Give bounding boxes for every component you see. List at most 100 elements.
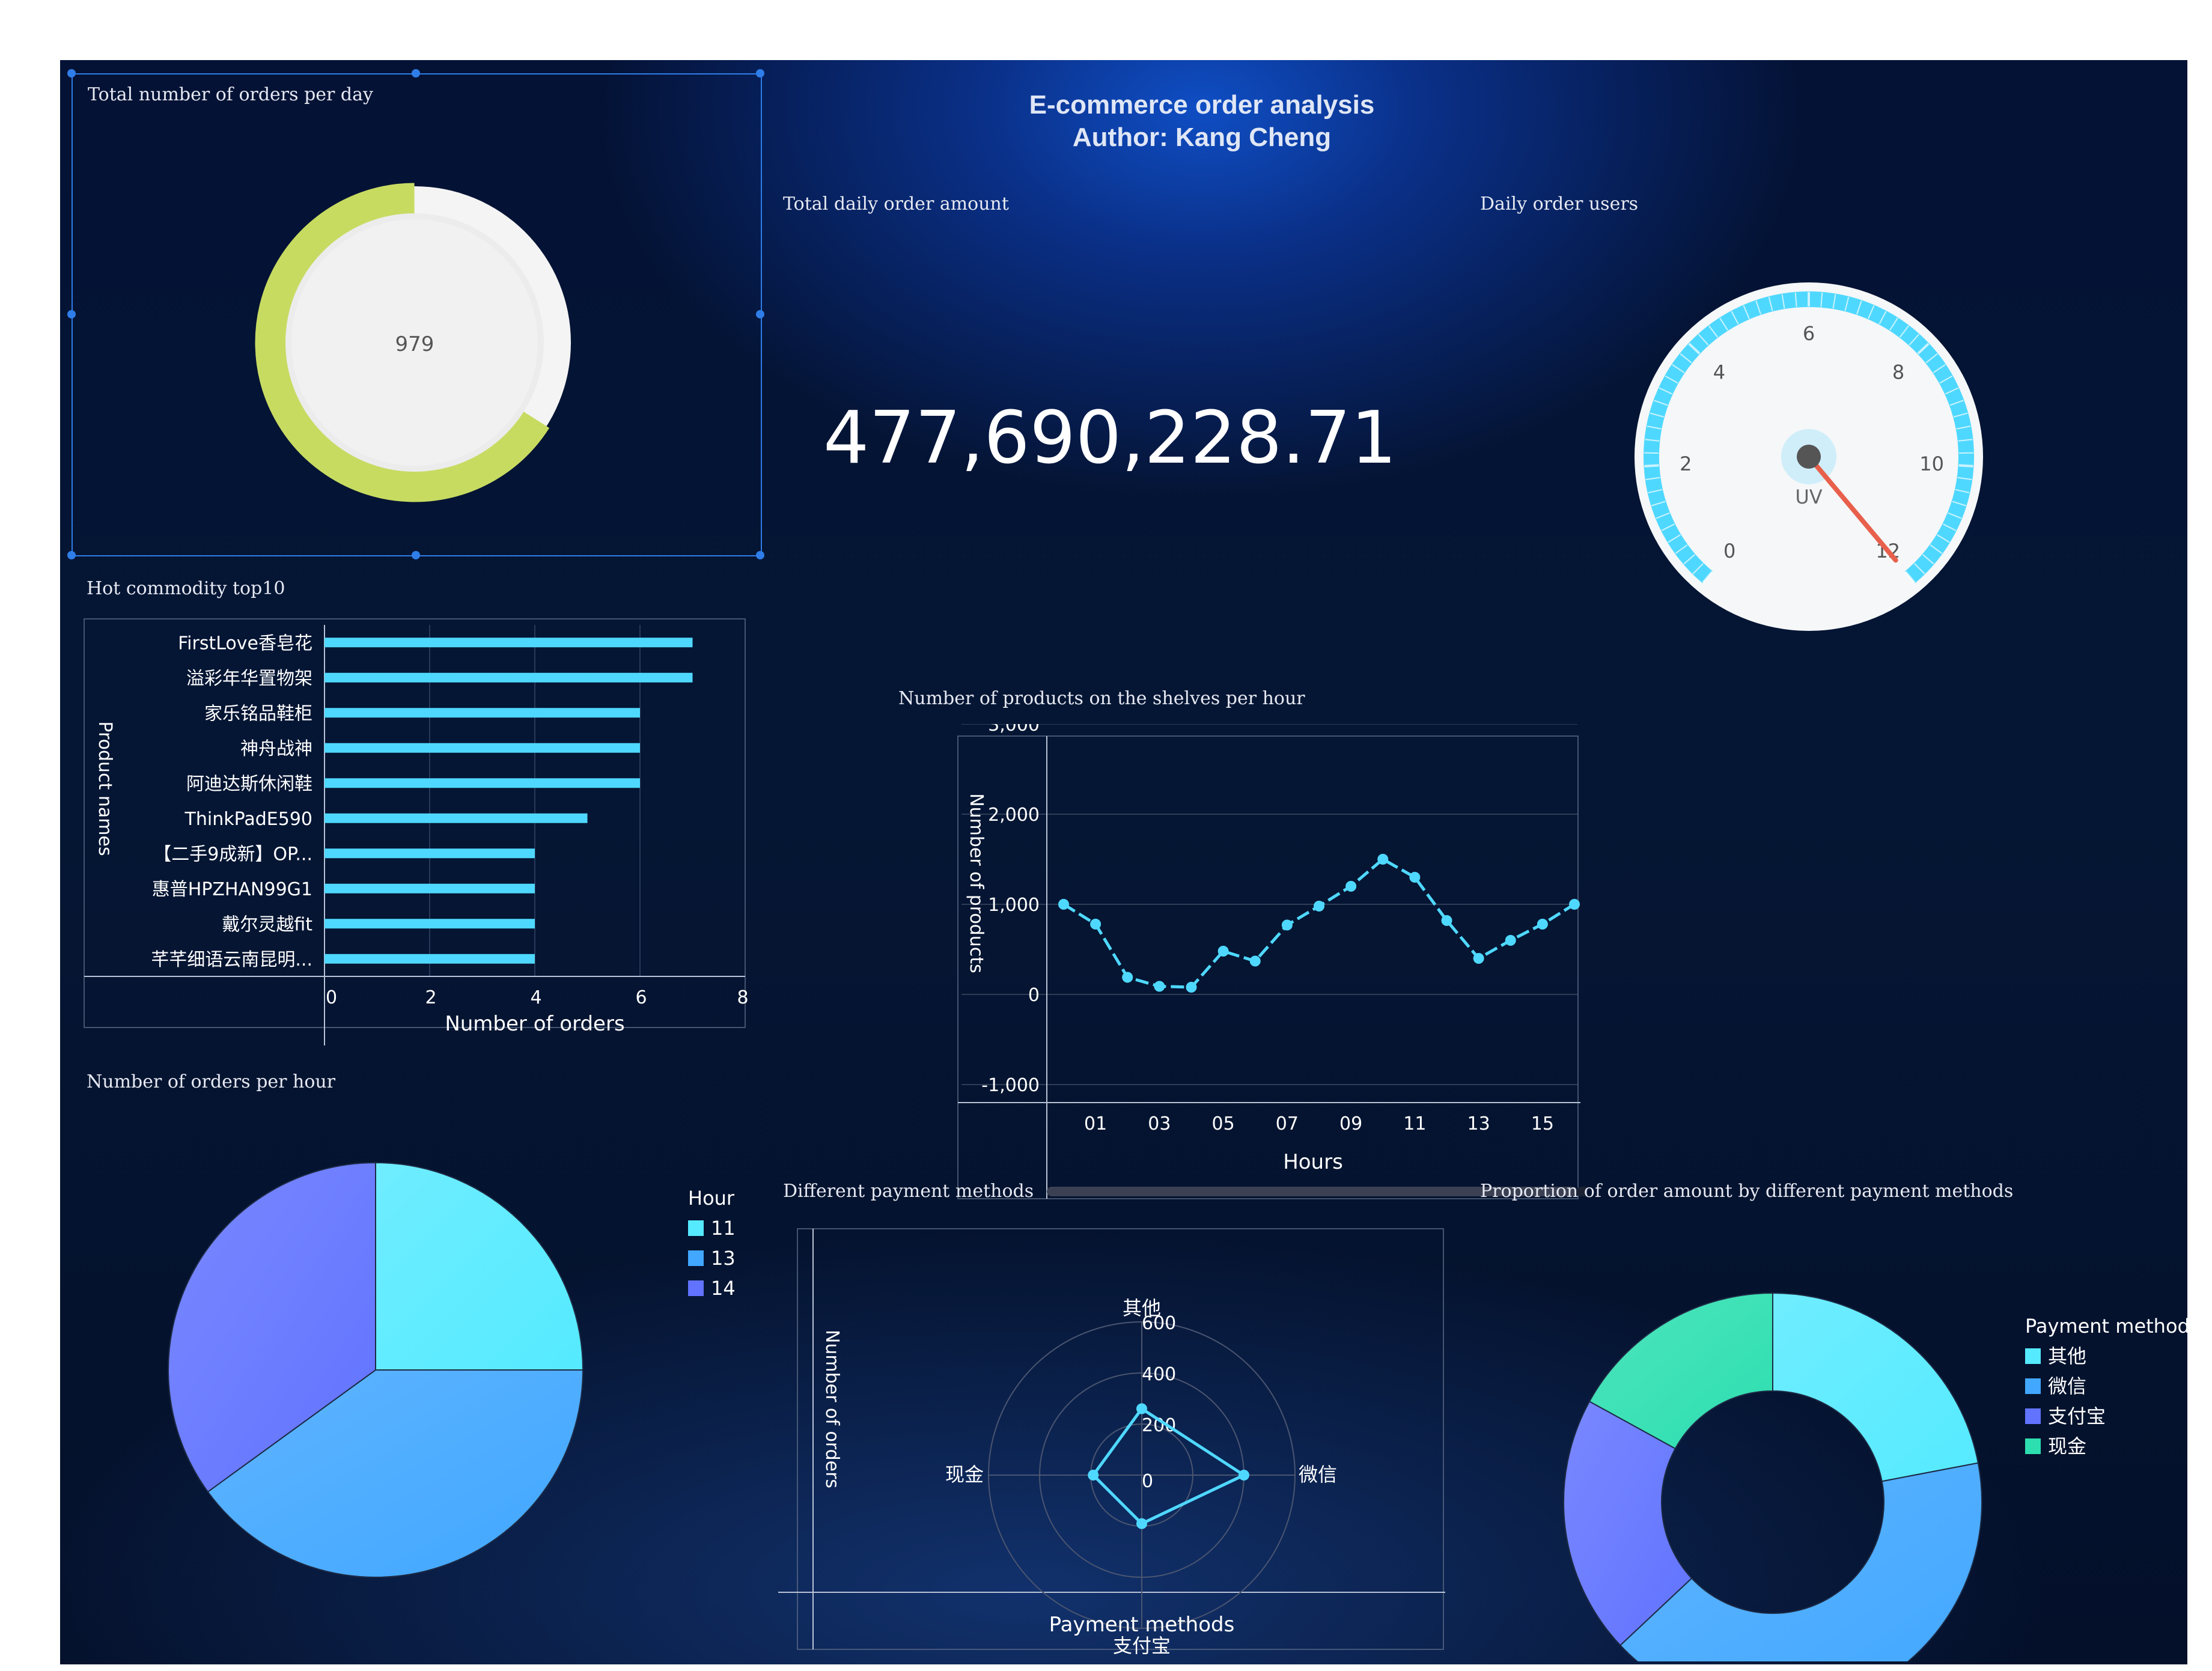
gauge-unit-label: UV: [1795, 485, 1822, 508]
line-point[interactable]: [1377, 854, 1389, 865]
line-point[interactable]: [1249, 955, 1261, 967]
line-point[interactable]: [1473, 953, 1484, 964]
hot-bar[interactable]: [324, 919, 535, 929]
panel-title-daily-amount: Total daily order amount: [783, 193, 1009, 215]
line-y-axis-title: Number of products: [966, 793, 987, 973]
radar-point[interactable]: [1088, 1470, 1099, 1481]
pie-legend-label[interactable]: 支付宝: [2048, 1405, 2106, 1428]
line-point[interactable]: [1186, 982, 1197, 993]
hot-bar[interactable]: [324, 848, 535, 859]
daily-amount-value: 477,690,228.71: [823, 397, 1397, 480]
radar-point[interactable]: [1136, 1518, 1147, 1529]
resize-handle-bottom[interactable]: [412, 551, 420, 559]
hot-bar[interactable]: [324, 638, 693, 648]
panel-title-payment-amount: Proportion of order amount by different …: [1480, 1181, 2014, 1202]
panel-title-hot-commodity: Hot commodity top10: [87, 578, 285, 599]
line-point[interactable]: [1505, 935, 1516, 946]
radar-point[interactable]: [1239, 1470, 1249, 1481]
hot-x-tick-label: 8: [737, 987, 748, 1008]
line-point[interactable]: [1569, 899, 1580, 910]
gauge-tick-label: 6: [1803, 322, 1815, 345]
pie-legend-label[interactable]: 13: [711, 1247, 736, 1270]
resize-handle-top-right[interactable]: [756, 69, 764, 78]
line-point[interactable]: [1281, 919, 1293, 931]
line-series: [1062, 857, 1576, 989]
pie-legend-label[interactable]: 微信: [2048, 1375, 2086, 1398]
hot-category-label: 阿迪达斯休闲鞋: [186, 773, 312, 794]
line-point[interactable]: [1441, 915, 1452, 926]
resize-handle-top[interactable]: [412, 69, 420, 78]
panel-title-payment-methods: Different payment methods: [783, 1181, 1034, 1202]
hot-bar[interactable]: [324, 672, 693, 683]
page-title: E-commerce order analysis Author: Kang C…: [901, 89, 1502, 154]
pie-slice[interactable]: [1772, 1292, 1979, 1482]
line-point[interactable]: [1409, 872, 1421, 883]
hot-x-tick-label: 0: [326, 987, 337, 1008]
orders-per-hour-pie-chart[interactable]: Hour 11 13 14: [60, 1106, 793, 1646]
pie-slice[interactable]: [375, 1161, 584, 1371]
pie-legend-title: Payment methods: [2025, 1315, 2187, 1338]
line-point[interactable]: [1314, 901, 1324, 912]
page-title-line2: Author: Kang Cheng: [1072, 123, 1332, 152]
radar-tick-label: 400: [1142, 1364, 1176, 1385]
hot-bar[interactable]: [324, 708, 640, 718]
resize-handle-bottom-right[interactable]: [756, 551, 764, 559]
payment-methods-radar-chart[interactable]: 0200400600其他微信支付宝现金Payment methodsNumber…: [778, 1217, 1463, 1661]
resize-handle-top-left[interactable]: [67, 69, 76, 78]
line-point[interactable]: [1058, 899, 1069, 910]
line-point[interactable]: [1122, 972, 1133, 983]
hot-category-label: 惠普HPZHAN99G1: [152, 879, 312, 900]
line-x-tick-label: 09: [1339, 1113, 1362, 1134]
radar-series: [1091, 1407, 1248, 1526]
hot-category-label: 戴尔灵越fit: [222, 914, 312, 935]
products-per-hour-line-chart[interactable]: -1,000 0 1,000 2,000 3,000 01 03 05 07 09 11 13 15 Ho…: [889, 724, 1586, 1211]
resize-handle-bottom-left[interactable]: [67, 551, 76, 559]
hot-bar[interactable]: [324, 813, 588, 823]
daily-users-gauge[interactable]: 024681012 UV: [1622, 270, 1995, 643]
resize-handle-right[interactable]: [756, 310, 764, 318]
hot-category-label: 溢彩年华置物架: [186, 668, 312, 689]
pie-legend-swatch: [2025, 1408, 2041, 1424]
gauge-tick-label: 0: [1723, 540, 1735, 562]
radar-point[interactable]: [1136, 1403, 1147, 1414]
hot-category-label: 芊芊细语云南昆明...: [151, 949, 312, 970]
ring-center-value: 979: [395, 332, 434, 356]
pie-legend-swatch: [2025, 1438, 2041, 1454]
pie-legend-label[interactable]: 其他: [2048, 1345, 2086, 1368]
line-y-tick-label: 1,000: [988, 895, 1040, 916]
hot-commodity-bar-chart[interactable]: FirstLove香皂花溢彩年华置物架家乐铭品鞋柜神舟战神阿迪达斯休闲鞋 Thin…: [60, 613, 781, 1046]
pie-legend-swatch: [688, 1220, 704, 1236]
hot-category-label: 【二手9成新】OP...: [153, 844, 312, 865]
gauge-tick: [1644, 452, 1659, 454]
pie-legend-label[interactable]: 现金: [2048, 1435, 2086, 1458]
pie-legend-swatch: [2025, 1378, 2041, 1394]
hot-bar[interactable]: [324, 743, 640, 753]
dashboard-canvas: E-commerce order analysis Author: Kang C…: [60, 60, 2187, 1664]
hot-bar[interactable]: [324, 954, 535, 964]
radar-indicator-label: 支付宝: [1113, 1634, 1171, 1657]
gauge-tick: [1958, 452, 1973, 454]
payment-amount-donut-chart[interactable]: Payment methods 其他微信支付宝现金: [1472, 1217, 2187, 1661]
pie-legend-title: Hour: [688, 1187, 735, 1210]
hot-bar[interactable]: [324, 778, 640, 788]
hot-x-tick-label: 2: [425, 987, 436, 1008]
line-point[interactable]: [1090, 919, 1101, 930]
radar-tick-label: 0: [1142, 1471, 1153, 1492]
hot-x-tick-label: 6: [635, 987, 647, 1008]
line-point[interactable]: [1154, 981, 1165, 992]
line-point[interactable]: [1217, 946, 1229, 957]
line-point[interactable]: [1537, 919, 1548, 930]
page-title-line1: E-commerce order analysis: [1029, 90, 1375, 120]
resize-handle-left[interactable]: [67, 310, 76, 318]
line-y-tick-label: 3,000: [988, 724, 1040, 735]
radar-x-axis-title: Payment methods: [1049, 1613, 1235, 1637]
hot-x-axis-title: Number of orders: [445, 1012, 624, 1036]
pie-legend-label[interactable]: 11: [711, 1217, 736, 1240]
orders-per-day-ring-chart[interactable]: 979: [240, 168, 589, 517]
line-x-tick-label: 01: [1084, 1113, 1107, 1134]
line-point[interactable]: [1345, 881, 1357, 892]
line-x-tick-label: 13: [1467, 1113, 1490, 1134]
pie-legend-label[interactable]: 14: [711, 1277, 736, 1300]
line-y-tick-label: 0: [1028, 985, 1040, 1006]
hot-bar[interactable]: [324, 883, 535, 893]
